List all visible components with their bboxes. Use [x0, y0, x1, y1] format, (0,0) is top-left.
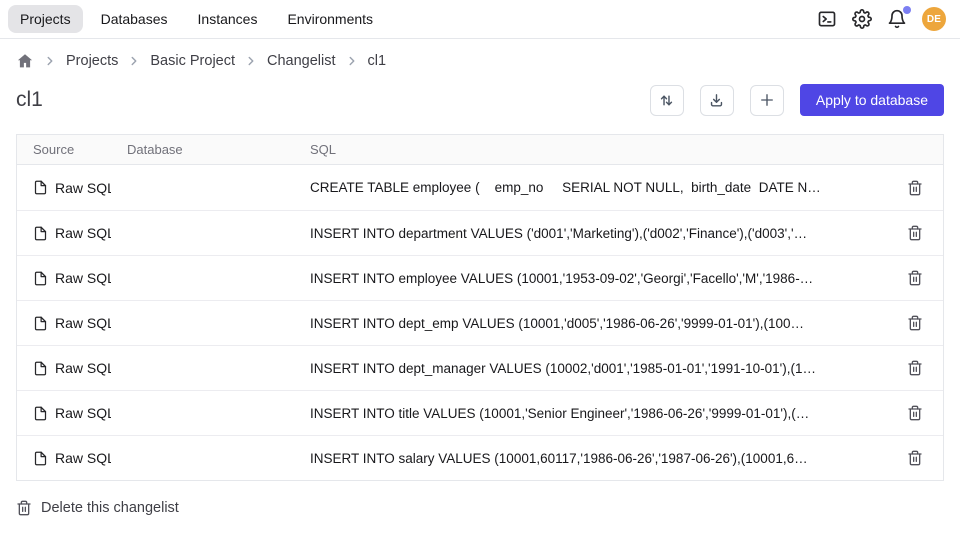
trash-icon: [907, 225, 923, 241]
delete-changelist-label: Delete this changelist: [41, 500, 179, 516]
table-row[interactable]: Raw SQL INSERT INTO salary VALUES (10001…: [17, 435, 943, 480]
source-label: Raw SQL: [55, 450, 111, 466]
trash-icon: [16, 500, 32, 516]
table-row[interactable]: Raw SQL INSERT INTO title VALUES (10001,…: [17, 390, 943, 435]
table-row[interactable]: Raw SQL CREATE TABLE employee ( emp_no S…: [17, 165, 943, 210]
add-change-button[interactable]: [750, 85, 784, 116]
notifications-button[interactable]: [887, 9, 907, 29]
delete-row-button[interactable]: [903, 446, 927, 470]
toolbar: Apply to database: [650, 84, 944, 116]
table-row[interactable]: Raw SQL INSERT INTO dept_manager VALUES …: [17, 345, 943, 390]
source-label: Raw SQL: [55, 270, 111, 286]
file-icon: [33, 316, 48, 331]
source-cell: Raw SQL: [17, 270, 111, 286]
table-row[interactable]: Raw SQL INSERT INTO dept_emp VALUES (100…: [17, 300, 943, 345]
export-button[interactable]: [700, 85, 734, 116]
table-row[interactable]: Raw SQL INSERT INTO employee VALUES (100…: [17, 255, 943, 300]
chevron-right-icon: [345, 54, 359, 68]
notification-dot: [903, 6, 911, 14]
download-icon: [708, 92, 725, 109]
nav-item-environments[interactable]: Environments: [275, 5, 385, 33]
terminal-icon: [817, 9, 837, 29]
sql-cell: INSERT INTO dept_manager VALUES (10002,'…: [294, 361, 887, 376]
source-label: Raw SQL: [55, 405, 111, 421]
delete-row-button[interactable]: [903, 176, 927, 200]
plus-icon: [758, 91, 776, 109]
file-icon: [33, 451, 48, 466]
source-cell: Raw SQL: [17, 450, 111, 466]
delete-row-button[interactable]: [903, 221, 927, 245]
file-icon: [33, 226, 48, 241]
chevron-right-icon: [127, 54, 141, 68]
changes-table: Source Database SQL Raw SQL CREATE TABLE…: [16, 134, 944, 481]
top-nav: Projects Databases Instances Environment…: [0, 0, 960, 39]
source-label: Raw SQL: [55, 360, 111, 376]
source-cell: Raw SQL: [17, 405, 111, 421]
column-header-sql: SQL: [294, 142, 887, 157]
source-cell: Raw SQL: [17, 360, 111, 376]
source-label: Raw SQL: [55, 180, 111, 196]
reorder-button[interactable]: [650, 85, 684, 116]
avatar[interactable]: DE: [922, 7, 946, 31]
nav-item-projects[interactable]: Projects: [8, 5, 83, 33]
delete-changelist-button[interactable]: Delete this changelist: [0, 481, 960, 516]
sql-cell: INSERT INTO employee VALUES (10001,'1953…: [294, 271, 887, 286]
column-header-source: Source: [17, 142, 111, 157]
nav-item-databases[interactable]: Databases: [89, 5, 180, 33]
main-nav: Projects Databases Instances Environment…: [8, 5, 385, 33]
trash-icon: [907, 360, 923, 376]
page-title: cl1: [16, 88, 43, 112]
sql-cell: INSERT INTO dept_emp VALUES (10001,'d005…: [294, 316, 887, 331]
trash-icon: [907, 315, 923, 331]
trash-icon: [907, 450, 923, 466]
table-row[interactable]: Raw SQL INSERT INTO department VALUES ('…: [17, 210, 943, 255]
file-icon: [33, 361, 48, 376]
breadcrumb-changelist[interactable]: Changelist: [267, 53, 336, 69]
trash-icon: [907, 405, 923, 421]
breadcrumb-projects[interactable]: Projects: [66, 53, 118, 69]
gear-icon: [852, 9, 872, 29]
file-icon: [33, 180, 48, 195]
page-header: cl1 Apply to database: [0, 70, 960, 116]
source-cell: Raw SQL: [17, 225, 111, 241]
source-label: Raw SQL: [55, 315, 111, 331]
trash-icon: [907, 270, 923, 286]
sql-cell: INSERT INTO salary VALUES (10001,60117,'…: [294, 451, 887, 466]
nav-actions: DE: [817, 7, 946, 31]
column-header-database: Database: [111, 142, 294, 157]
breadcrumb-cl1[interactable]: cl1: [368, 53, 387, 69]
chevron-right-icon: [244, 54, 258, 68]
file-icon: [33, 271, 48, 286]
reorder-icon: [658, 92, 675, 109]
sql-cell: CREATE TABLE employee ( emp_no SERIAL NO…: [294, 180, 887, 195]
home-icon[interactable]: [16, 52, 34, 70]
sql-editor-button[interactable]: [817, 9, 837, 29]
file-icon: [33, 406, 48, 421]
source-cell: Raw SQL: [17, 315, 111, 331]
trash-icon: [907, 180, 923, 196]
breadcrumb: Projects Basic Project Changelist cl1: [0, 39, 960, 70]
table-header: Source Database SQL: [17, 135, 943, 165]
delete-row-button[interactable]: [903, 356, 927, 380]
chevron-right-icon: [43, 54, 57, 68]
sql-cell: INSERT INTO title VALUES (10001,'Senior …: [294, 406, 887, 421]
apply-to-database-button[interactable]: Apply to database: [800, 84, 944, 116]
nav-item-instances[interactable]: Instances: [186, 5, 270, 33]
delete-row-button[interactable]: [903, 311, 927, 335]
source-label: Raw SQL: [55, 225, 111, 241]
breadcrumb-basic-project[interactable]: Basic Project: [150, 53, 235, 69]
sql-cell: INSERT INTO department VALUES ('d001','M…: [294, 226, 887, 241]
delete-row-button[interactable]: [903, 401, 927, 425]
delete-row-button[interactable]: [903, 266, 927, 290]
source-cell: Raw SQL: [17, 180, 111, 196]
settings-button[interactable]: [852, 9, 872, 29]
